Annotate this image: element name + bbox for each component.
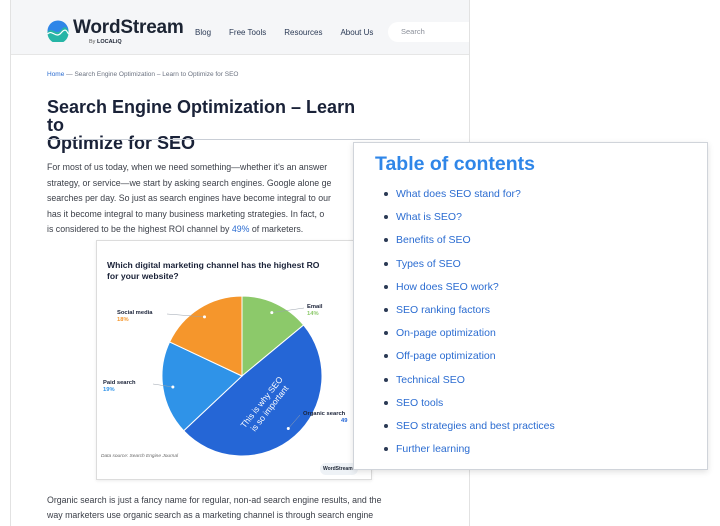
leader-dot xyxy=(171,385,175,389)
toc-title: Table of contents xyxy=(375,153,535,175)
brand-name: WordStream xyxy=(73,17,184,38)
nav-free-tools[interactable]: Free Tools xyxy=(229,28,266,37)
slice-label: Email xyxy=(307,304,323,310)
toc-link-strategies[interactable]: SEO strategies and best practices xyxy=(396,420,555,432)
roi-stat-link[interactable]: 49% xyxy=(232,224,250,234)
pie-chart: Email14% Organic search49 Paid search19% So… xyxy=(103,295,348,457)
leader-dot xyxy=(202,315,206,319)
toc-link-what-is-seo[interactable]: What is SEO? xyxy=(396,211,462,223)
toc-link-further-learning[interactable]: Further learning xyxy=(396,443,470,455)
breadcrumb-current: Search Engine Optimization – Learn to Op… xyxy=(74,71,239,78)
wordstream-logo[interactable]: WordStream By LOCALiQ xyxy=(47,18,184,45)
toc-item: SEO tools xyxy=(382,396,555,419)
toc-link-technical-seo[interactable]: Technical SEO xyxy=(396,374,465,386)
toc-item: Benefits of SEO xyxy=(382,233,555,256)
toc-item: SEO ranking factors xyxy=(382,303,555,326)
slice-value-label: 14% xyxy=(307,311,319,317)
toc-link-how-it-works[interactable]: How does SEO work? xyxy=(396,281,499,293)
search-input[interactable]: Search xyxy=(388,22,469,42)
toc-link-types[interactable]: Types of SEO xyxy=(396,258,461,270)
breadcrumb: Home — Search Engine Optimization – Lear… xyxy=(47,71,239,78)
toc-item: Further learning xyxy=(382,442,555,465)
main-nav: Blog Free Tools Resources About Us xyxy=(195,28,391,37)
slice-label: Organic search xyxy=(303,411,346,417)
slice-label: Paid search xyxy=(103,380,136,386)
breadcrumb-home-link[interactable]: Home xyxy=(47,71,64,78)
toc-item: Technical SEO xyxy=(382,373,555,396)
table-of-contents: Table of contents What does SEO stand fo… xyxy=(353,142,708,470)
toc-list: What does SEO stand for? What is SEO? Be… xyxy=(382,187,555,465)
leader-dot xyxy=(270,311,274,315)
page-title: Search Engine Optimization – Learn to Opt… xyxy=(47,97,356,153)
slice-value-label: 19% xyxy=(103,387,115,393)
site-header: WordStream By LOCALiQ Blog Free Tools Re… xyxy=(11,0,469,55)
title-divider xyxy=(47,139,420,140)
toc-link-benefits[interactable]: Benefits of SEO xyxy=(396,234,471,246)
chart-source: Data source: Search Engine Journal xyxy=(101,454,179,459)
toc-item: SEO strategies and best practices xyxy=(382,419,555,442)
toc-item: Off-page optimization xyxy=(382,349,555,372)
toc-item: On-page optimization xyxy=(382,326,555,349)
toc-link-off-page[interactable]: Off-page optimization xyxy=(396,350,496,362)
breadcrumb-separator: — xyxy=(66,71,73,78)
leader-dot xyxy=(286,427,290,431)
nav-about-us[interactable]: About Us xyxy=(340,28,373,37)
slice-value-label: 18% xyxy=(117,317,129,323)
toc-item: How does SEO work? xyxy=(382,280,555,303)
outro-paragraph: Organic search is just a fancy name for … xyxy=(47,495,382,520)
toc-link-seo-tools[interactable]: SEO tools xyxy=(396,397,443,409)
toc-link-ranking-factors[interactable]: SEO ranking factors xyxy=(396,304,490,316)
toc-item: What is SEO? xyxy=(382,210,555,233)
toc-item: Types of SEO xyxy=(382,257,555,280)
toc-link-seo-stand-for[interactable]: What does SEO stand for? xyxy=(396,188,521,200)
toc-item: What does SEO stand for? xyxy=(382,187,555,210)
nav-blog[interactable]: Blog xyxy=(195,28,211,37)
slice-label: Social media xyxy=(117,310,153,316)
brand-byline: By LOCALiQ xyxy=(89,39,122,45)
slice-value-label: 49 xyxy=(341,418,348,424)
roi-pie-chart-card: Which digital marketing channel has the … xyxy=(96,240,372,480)
wordstream-logo-icon xyxy=(47,20,69,42)
toc-link-on-page[interactable]: On-page optimization xyxy=(396,327,496,339)
nav-resources[interactable]: Resources xyxy=(284,28,322,37)
